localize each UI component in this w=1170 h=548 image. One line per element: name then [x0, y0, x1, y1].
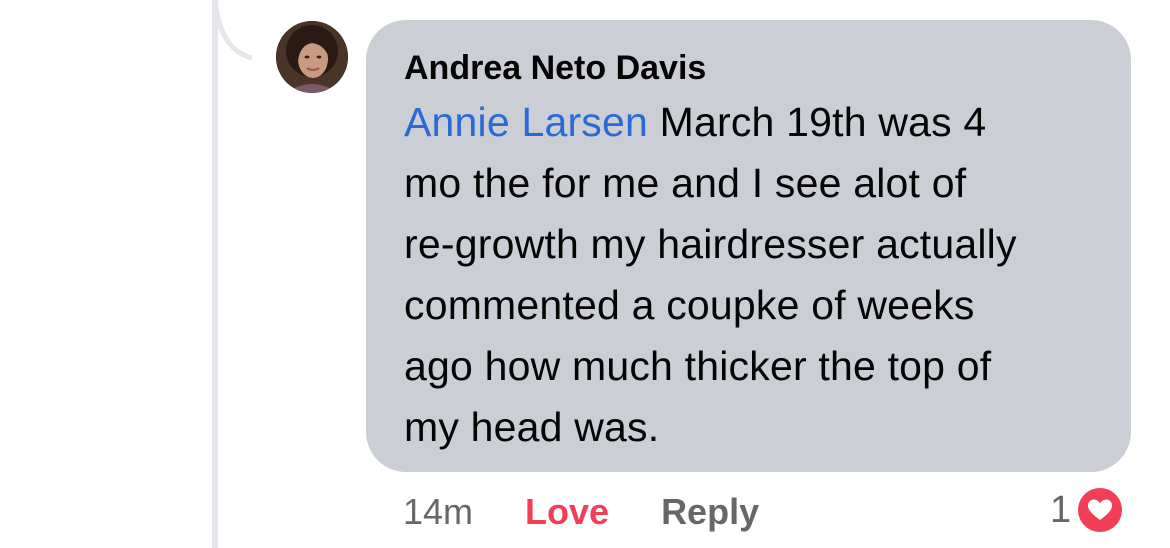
comment-bubble: Andrea Neto Davis Annie Larsen March 19t…: [366, 20, 1131, 472]
love-reaction-badge: [1075, 485, 1126, 535]
reaction-count: 1: [1050, 488, 1072, 531]
comment-line: ago how much thicker the top of: [404, 343, 992, 389]
love-button[interactable]: Love: [525, 491, 609, 533]
comment-author[interactable]: Andrea Neto Davis: [404, 48, 1101, 88]
thread-connector: [212, 0, 253, 60]
comment-line: my head was.: [404, 404, 660, 450]
comment-line: re-growth my hairdresser actually: [404, 221, 1017, 267]
comment-line: commented a coupke of weeks: [404, 282, 975, 328]
comment-timestamp[interactable]: 14m: [403, 491, 473, 533]
avatar[interactable]: [276, 21, 348, 93]
comment-line: Annie Larsen March 19th was 4: [404, 92, 1101, 153]
comment-actions: 14m Love Reply: [403, 488, 759, 536]
reaction-summary[interactable]: 1: [1050, 484, 1126, 536]
comment-text: Annie Larsen March 19th was 4 mo the for…: [404, 92, 1101, 458]
reply-button[interactable]: Reply: [661, 491, 759, 533]
profile-photo-icon: [276, 21, 348, 93]
comment-line: mo the for me and I see alot of: [404, 160, 967, 206]
comment-line-text: March 19th was 4: [648, 99, 987, 145]
mention-link[interactable]: Annie Larsen: [404, 99, 648, 145]
thread-line: [212, 0, 218, 548]
love-reaction-icon: [1078, 488, 1123, 532]
